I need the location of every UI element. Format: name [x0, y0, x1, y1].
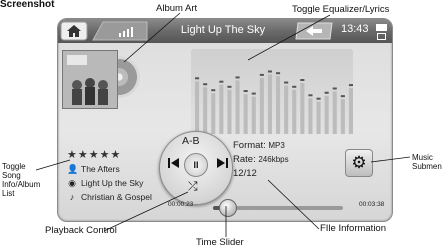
- leader-playback-control: [103, 191, 189, 232]
- leader-toggle-eq: [247, 14, 331, 61]
- leader-album-art: [123, 12, 181, 63]
- leader-toggle-info: [35, 159, 71, 171]
- leader-music-submenu: [370, 156, 411, 163]
- callout-leader-lines: [35, 12, 411, 237]
- leader-file-information: [267, 179, 320, 230]
